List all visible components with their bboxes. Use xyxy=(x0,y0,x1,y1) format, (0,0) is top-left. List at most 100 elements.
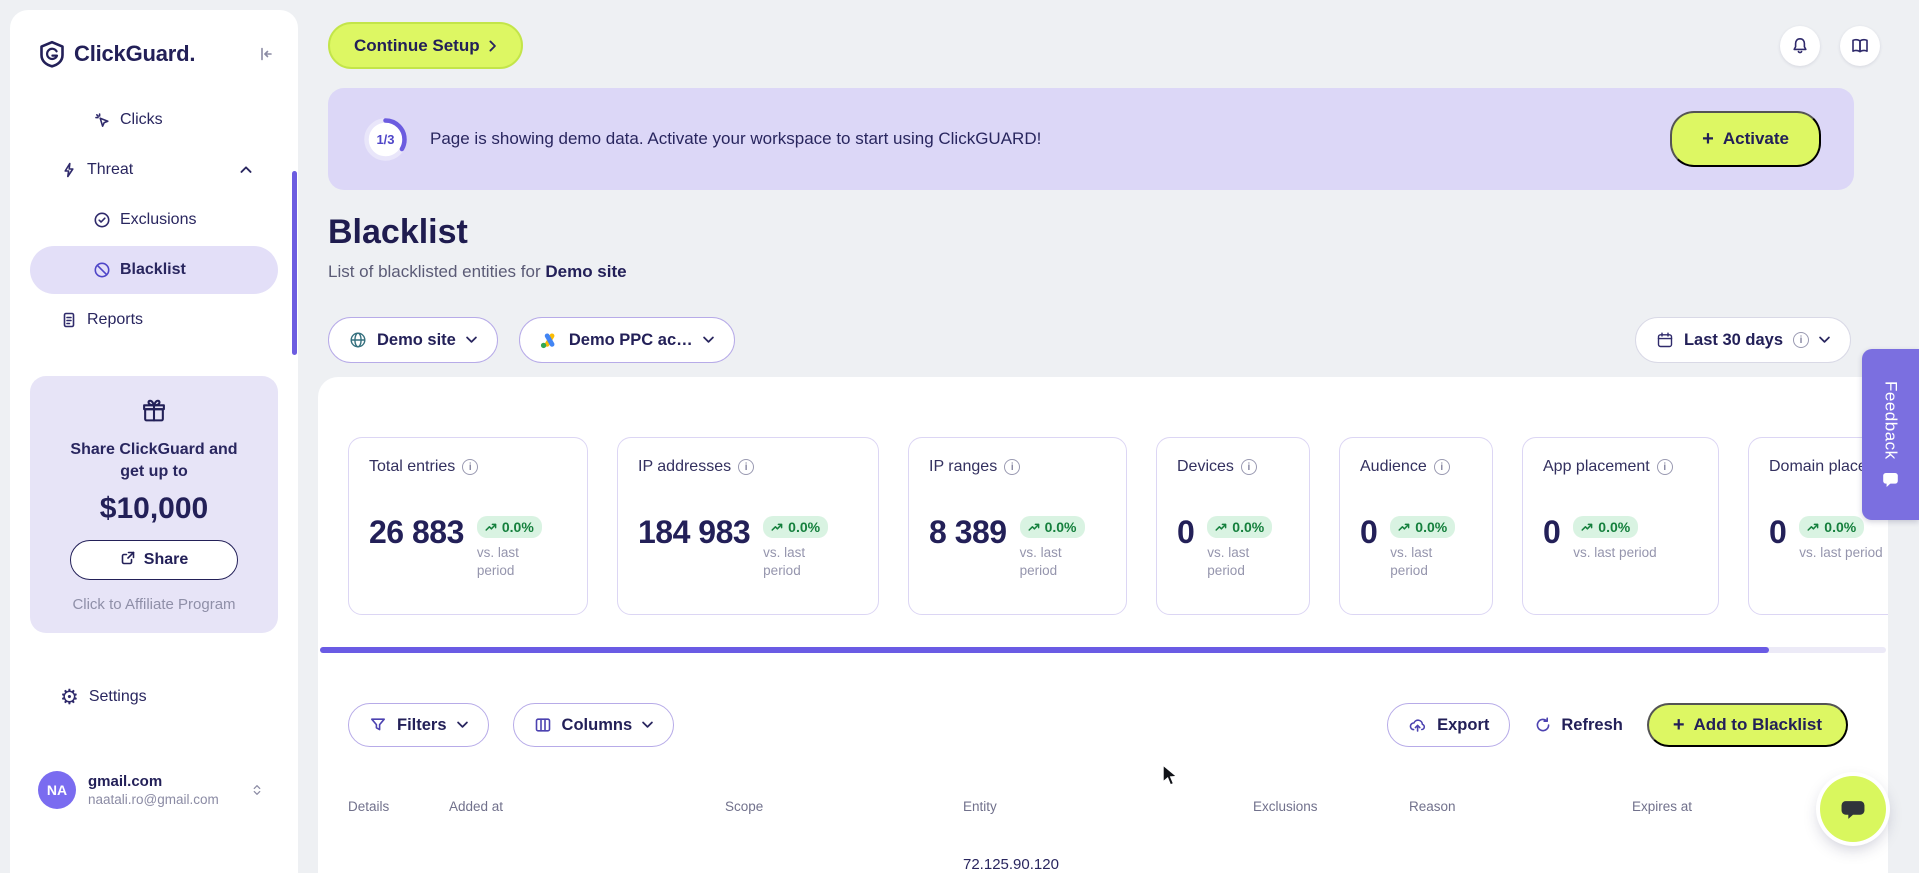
bolt-icon xyxy=(60,161,78,179)
column-header-reason[interactable]: Reason xyxy=(1409,799,1632,814)
stat-label: App placement xyxy=(1543,458,1650,475)
trend-up-icon xyxy=(1028,523,1039,531)
continue-setup-label: Continue Setup xyxy=(354,35,480,55)
column-header-details[interactable]: Details xyxy=(348,799,449,814)
filters-label: Filters xyxy=(397,715,447,734)
avatar: NA xyxy=(38,771,76,810)
page-title: Blacklist xyxy=(328,213,468,251)
filter-row: Demo site Demo PPC ac… Last 30 days i xyxy=(328,317,1851,363)
info-icon[interactable]: i xyxy=(1240,459,1257,475)
google-ads-icon xyxy=(540,332,559,349)
trend-badge: 0.0% xyxy=(1207,516,1273,538)
stat-value: 0 xyxy=(1543,514,1561,550)
stat-card-ip-ranges: IP ranges i 8 389 0.0% vs. last period xyxy=(908,437,1127,615)
affiliate-link-label[interactable]: Click to Affiliate Program xyxy=(72,596,235,613)
activate-button[interactable]: + Activate xyxy=(1670,111,1821,167)
page-subtitle-site: Demo site xyxy=(545,262,627,281)
message-icon xyxy=(1882,471,1899,488)
sidebar-item-label: Reports xyxy=(87,311,144,328)
chevron-down-icon xyxy=(642,721,653,729)
banner-message: Page is showing demo data. Activate your… xyxy=(430,129,1042,148)
ppc-account-selector[interactable]: Demo PPC ac… xyxy=(518,317,735,363)
plus-icon: + xyxy=(1702,128,1714,150)
stat-caption: vs. last period xyxy=(1019,545,1062,578)
sidebar-item-threat[interactable]: Threat xyxy=(30,146,278,194)
trend-badge: 0.0% xyxy=(1799,516,1865,538)
stat-caption: vs. last period xyxy=(476,545,519,578)
setup-progress-ring: 1/3 xyxy=(361,115,410,164)
refresh-label: Refresh xyxy=(1561,715,1623,734)
sidebar-item-settings[interactable]: ⚙ Settings xyxy=(30,673,278,721)
sidebar-item-clicks[interactable]: Clicks xyxy=(30,96,278,144)
site-selector[interactable]: Demo site xyxy=(328,317,498,363)
sidebar-item-blacklist[interactable]: Blacklist xyxy=(30,246,278,294)
cell-entity: 72.125.90.120 xyxy=(963,856,1059,873)
filters-button[interactable]: Filters xyxy=(348,703,489,747)
notifications-button[interactable] xyxy=(1780,25,1820,66)
bell-icon xyxy=(1793,37,1807,53)
trend-value: 0.0% xyxy=(501,519,534,535)
trend-badge: 0.0% xyxy=(476,516,542,538)
chevron-down-icon xyxy=(1819,336,1830,344)
sidebar-item-exclusions[interactable]: Exclusions xyxy=(30,196,278,244)
settings-label: Settings xyxy=(88,688,147,706)
share-button-label: Share xyxy=(143,551,189,569)
sidebar-scrollbar[interactable] xyxy=(292,171,297,355)
calendar-icon xyxy=(1656,331,1674,349)
column-header-added-at[interactable]: Added at xyxy=(449,799,725,814)
column-header-scope[interactable]: Scope xyxy=(725,799,963,814)
info-icon[interactable]: i xyxy=(1433,459,1450,475)
add-to-blacklist-button[interactable]: + Add to Blacklist xyxy=(1646,703,1848,747)
info-icon: i xyxy=(1793,332,1809,348)
stat-caption: vs. last period xyxy=(1573,545,1657,560)
column-header-entity[interactable]: Entity xyxy=(963,799,1253,814)
chevron-up-icon[interactable] xyxy=(240,161,252,179)
table-row[interactable]: 72.125.90.120 xyxy=(318,856,1888,873)
info-icon[interactable]: i xyxy=(1656,459,1673,475)
chat-widget-button[interactable] xyxy=(1820,776,1886,842)
sidebar-item-label: Clicks xyxy=(120,111,163,128)
stat-card-audience: Audience i 0 0.0% vs. last period xyxy=(1339,437,1493,615)
cloud-upload-icon xyxy=(1408,716,1427,734)
sidebar-item-reports[interactable]: Reports xyxy=(30,296,278,344)
document-icon xyxy=(60,311,78,329)
info-icon[interactable]: i xyxy=(1004,459,1021,475)
user-name: gmail.com xyxy=(88,773,163,791)
sidebar: ClickGuard. Clicks Threat Exclusions Bla… xyxy=(10,10,298,873)
collapse-sidebar-icon[interactable] xyxy=(256,45,274,63)
refresh-button[interactable]: Refresh xyxy=(1534,715,1623,735)
trend-value: 0.0% xyxy=(1044,519,1077,535)
user-email: naatali.ro@gmail.com xyxy=(88,792,219,808)
cursor-click-icon xyxy=(93,111,111,129)
stat-card-total-entries: Total entries i 26 883 0.0% vs. last peri… xyxy=(348,437,588,615)
knowledge-base-button[interactable] xyxy=(1840,25,1880,66)
trend-badge: 0.0% xyxy=(1573,516,1639,538)
sidebar-item-label: Blacklist xyxy=(120,261,186,278)
stat-caption: vs. last period xyxy=(763,545,806,578)
feedback-tab[interactable]: Feedback xyxy=(1862,349,1919,520)
trend-value: 0.0% xyxy=(788,519,821,535)
continue-setup-button[interactable]: Continue Setup xyxy=(328,22,523,69)
trend-value: 0.0% xyxy=(1824,519,1857,535)
site-selector-value: Demo site xyxy=(377,330,456,349)
table-header-row: Details Added at Scope Entity Exclusions… xyxy=(318,793,1888,819)
ppc-account-value: Demo PPC ac… xyxy=(568,330,693,349)
external-link-icon xyxy=(120,550,136,571)
info-icon[interactable]: i xyxy=(738,459,755,475)
blacklist-panel: Total entries i 26 883 0.0% vs. last peri… xyxy=(318,377,1888,873)
affiliate-promo-card[interactable]: Share ClickGuard and get up to $10,000 S… xyxy=(30,376,278,634)
promo-heading: Share ClickGuard and get up to xyxy=(70,441,238,480)
user-account-switcher[interactable]: NA gmail.com naatali.ro@gmail.com xyxy=(30,771,278,810)
stat-card-ip-addresses: IP addresses i 184 983 0.0% vs. last peri… xyxy=(617,437,879,615)
column-header-exclusions[interactable]: Exclusions xyxy=(1253,799,1409,814)
stat-value: 8 389 xyxy=(929,514,1007,550)
chevron-right-icon xyxy=(489,40,497,52)
stat-value: 0 xyxy=(1177,514,1195,550)
share-button[interactable]: Share xyxy=(70,540,238,581)
main-content: Continue Setup 1/3 Page is showing demo … xyxy=(318,0,1888,873)
export-button[interactable]: Export xyxy=(1387,703,1511,747)
columns-button[interactable]: Columns xyxy=(512,703,675,747)
date-range-selector[interactable]: Last 30 days i xyxy=(1634,317,1851,363)
horizontal-scrollbar-thumb[interactable] xyxy=(320,647,1769,653)
info-icon[interactable]: i xyxy=(462,459,479,475)
